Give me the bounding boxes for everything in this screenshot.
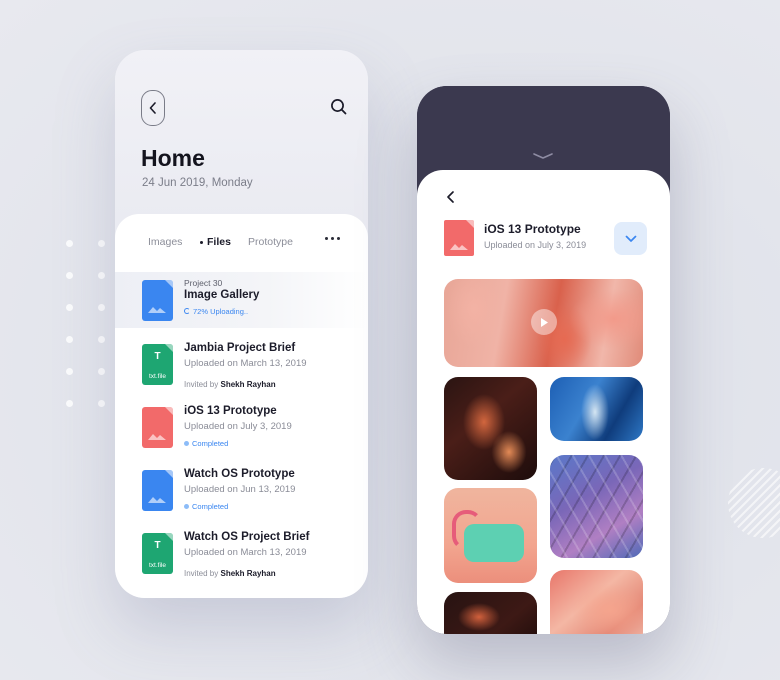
file-upload-date: Uploaded on March 13, 2019 xyxy=(184,547,307,558)
gallery-video-flamingo[interactable] xyxy=(444,279,643,367)
completed-status: Completed xyxy=(184,437,292,449)
home-screen: Home 24 Jun 2019, Monday Images Files Pr… xyxy=(115,50,368,598)
file-title: iOS 13 Prototype xyxy=(484,222,581,236)
play-icon[interactable] xyxy=(531,309,557,335)
gallery-image-flamingo-feathers[interactable] xyxy=(550,570,643,634)
list-item[interactable]: Watch OS Prototype Uploaded on Jun 13, 2… xyxy=(115,462,368,518)
search-icon xyxy=(331,99,347,115)
image-file-icon xyxy=(444,220,474,256)
file-detail-screen: iOS 13 Prototype Uploaded on July 3, 201… xyxy=(417,86,670,634)
search-button[interactable] xyxy=(329,97,349,117)
file-upload-date: Uploaded on July 3, 2019 xyxy=(184,421,292,432)
detail-sheet: iOS 13 Prototype Uploaded on July 3, 201… xyxy=(417,170,670,634)
gallery-image-blue-ice[interactable] xyxy=(550,377,643,441)
list-item[interactable]: T txt.file Jambia Project Brief Uploaded… xyxy=(115,336,368,392)
page-title: Home xyxy=(141,145,205,171)
list-item[interactable]: T txt.file Watch OS Project Brief Upload… xyxy=(115,525,368,581)
file-title: iOS 13 Prototype xyxy=(184,405,277,417)
loading-spinner-icon xyxy=(184,308,190,314)
file-title: Watch OS Project Brief xyxy=(184,531,310,543)
list-item[interactable]: iOS 13 Prototype Uploaded on July 3, 201… xyxy=(115,399,368,455)
image-file-icon xyxy=(142,280,173,321)
tab-prototype[interactable]: Prototype xyxy=(248,236,293,248)
status-dot-icon xyxy=(184,503,189,509)
image-file-icon xyxy=(142,470,173,511)
gallery-image-abstract-orange-2[interactable] xyxy=(444,592,537,634)
gallery-image-telephone[interactable] xyxy=(444,488,537,583)
tab-files[interactable]: Files xyxy=(200,236,231,248)
back-arrow-icon[interactable] xyxy=(445,190,457,204)
file-title: Watch OS Prototype xyxy=(184,468,295,480)
gallery-image-abstract-orange[interactable] xyxy=(444,377,537,480)
chevron-down-icon xyxy=(625,235,636,242)
download-button[interactable] xyxy=(614,222,647,255)
chevron-left-icon xyxy=(149,102,156,114)
drag-handle-icon[interactable] xyxy=(531,152,555,160)
invited-by: Invited by Shekh Rayhan xyxy=(184,569,276,578)
page-date: 24 Jun 2019, Monday xyxy=(142,177,253,189)
invited-by: Invited by Shekh Rayhan xyxy=(184,380,276,389)
image-file-icon xyxy=(142,407,173,448)
file-upload-date: Uploaded on Jun 13, 2019 xyxy=(184,484,296,495)
files-panel: Images Files Prototype Project 30 Image … xyxy=(115,214,368,598)
tab-images[interactable]: Images xyxy=(148,236,182,248)
back-button[interactable] xyxy=(141,90,165,126)
file-project-label: Project 30 xyxy=(184,278,223,288)
file-title: Image Gallery xyxy=(184,289,260,301)
file-upload-date: Uploaded on July 3, 2019 xyxy=(484,240,587,250)
file-title: Jambia Project Brief xyxy=(184,342,296,354)
completed-status: Completed xyxy=(184,500,295,512)
status-dot-icon xyxy=(184,440,189,446)
file-upload-date: Uploaded on March 13, 2019 xyxy=(184,358,307,369)
decorative-dots xyxy=(66,240,110,416)
text-file-icon: T txt.file xyxy=(142,533,173,574)
list-item[interactable]: Project 30 Image Gallery 72% Uploading.. xyxy=(115,272,368,328)
gallery-image-geometric-dome[interactable] xyxy=(550,455,643,558)
more-options-icon[interactable] xyxy=(325,237,340,240)
decorative-stripes xyxy=(728,468,780,538)
upload-status: 72% Uploading.. xyxy=(184,305,259,317)
text-file-icon: T txt.file xyxy=(142,344,173,385)
